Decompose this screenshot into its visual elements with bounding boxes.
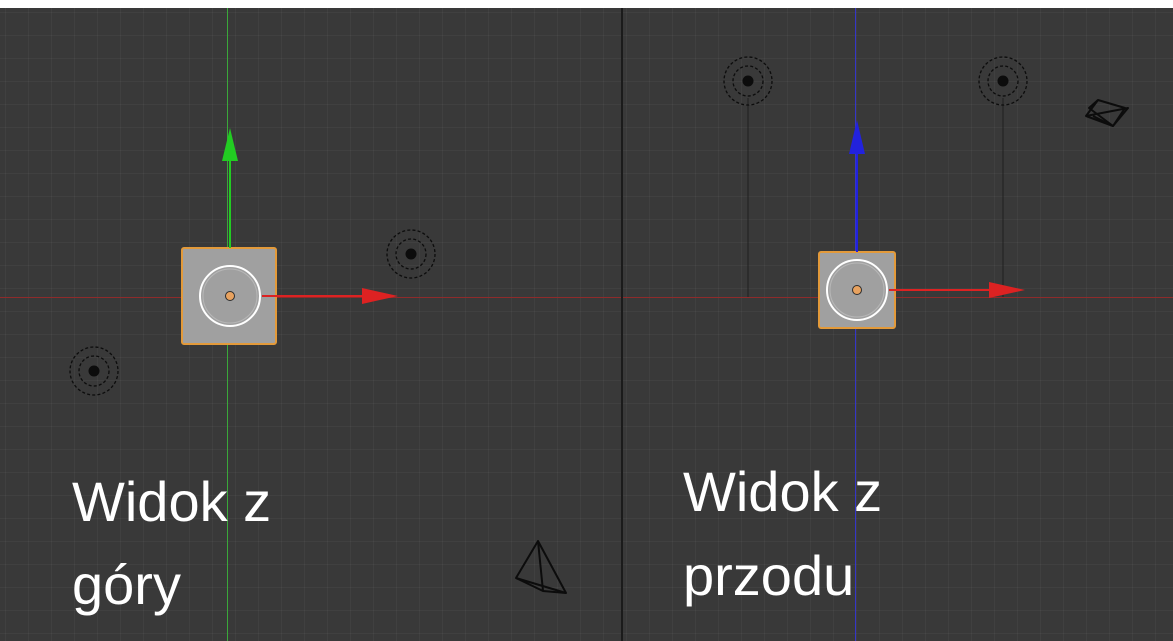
view-label-line2: przodu — [683, 544, 855, 607]
z-transform-arrow-icon[interactable] — [849, 120, 865, 252]
viewport-front-view[interactable]: Widok z przodu — [623, 8, 1173, 641]
object-origin-icon — [225, 291, 235, 301]
light-lamp-icon[interactable] — [723, 56, 773, 106]
top-view-scene — [69, 128, 567, 594]
view-label-line1: Widok z — [72, 470, 272, 533]
light-lamp-icon[interactable] — [386, 229, 436, 279]
view-label-line1: Widok z — [683, 460, 883, 523]
camera-icon[interactable] — [515, 540, 567, 594]
x-transform-arrow-icon[interactable] — [889, 282, 1025, 298]
selected-object[interactable] — [818, 251, 896, 329]
viewport-top-view[interactable]: Widok z góry — [0, 8, 621, 641]
selected-object[interactable] — [181, 247, 277, 345]
camera-icon[interactable] — [1085, 99, 1129, 127]
view-label-line2: góry — [72, 553, 181, 616]
x-transform-arrow-icon[interactable] — [262, 288, 398, 304]
object-origin-icon — [852, 285, 862, 295]
light-lamp-icon[interactable] — [69, 346, 119, 396]
y-transform-arrow-icon[interactable] — [222, 128, 238, 248]
light-lamp-icon[interactable] — [978, 56, 1028, 106]
